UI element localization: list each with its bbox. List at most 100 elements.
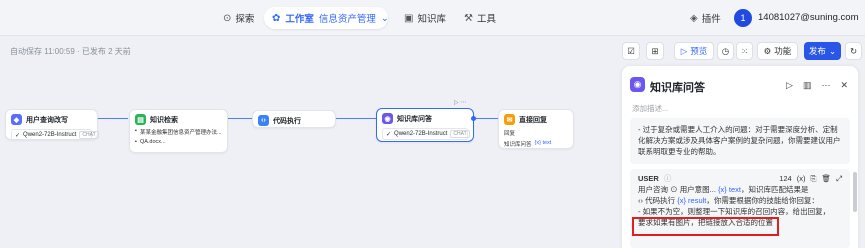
model-tag: ✓ Qwen2-72B-Instruct CHAT <box>382 128 470 140</box>
insert-var-button[interactable]: (x) <box>797 173 806 184</box>
book-icon[interactable]: ▥ <box>803 80 812 91</box>
code-icon: ‹› <box>258 115 269 126</box>
compass-icon: ⊙ <box>223 12 232 24</box>
features-icon: ⚙ <box>763 45 772 56</box>
nav-knowledge-label: 知识库 <box>417 14 446 25</box>
add-description[interactable]: 添加描述... <box>632 103 668 114</box>
grid-icon: ⁙ <box>740 45 749 56</box>
node-run-controls[interactable]: ▷ ⋯ <box>454 99 466 106</box>
node-output-port[interactable] <box>471 116 476 121</box>
nav-workspace-pill[interactable]: ✿ 工作室 信息资产管理 ⌄ <box>264 7 389 29</box>
nav-tools-label: 工具 <box>476 14 496 25</box>
edge <box>336 118 376 119</box>
wrench-icon: ⚒ <box>464 12 473 24</box>
node-direct-reply[interactable]: ✉ 直接回复 回复 知识库问答 {x} text <box>498 109 574 149</box>
system-prompt-box[interactable]: - 过于复杂或需要人工介入的问题：对于需要深度分析、定制化解决方案或涉及具体客户… <box>630 118 850 164</box>
user-email[interactable]: 14081027@suning.com <box>758 12 859 23</box>
prompt-text: 用户咨询 <box>638 185 668 194</box>
chevron-down-icon: ⌄ <box>828 45 837 56</box>
model-icon: ✓ <box>386 131 392 138</box>
user-prompt-header: USER ⓘ 124 (x) ⎘ 🗑 ⤢ <box>638 173 842 184</box>
var-node: 代码执行 <box>645 196 676 205</box>
kbqa-icon: ◉ <box>382 113 393 124</box>
edge <box>98 118 128 119</box>
restore-icon: ↻ <box>849 45 858 56</box>
reply-var: {x} text <box>534 140 552 146</box>
var-node-icon: ⊙ <box>670 185 678 194</box>
clock-icon: ◷ <box>721 45 730 56</box>
reply-content: 知识库问答 {x} text <box>504 140 568 148</box>
nav-knowledge[interactable]: ▣ 知识库 <box>404 11 446 26</box>
node-title: 知识库问答 <box>397 115 432 123</box>
model-icon: ✓ <box>15 132 21 139</box>
chat-badge: CHAT <box>79 131 99 139</box>
node-knowledge-retrieval[interactable]: ▤ 知识检索 ▪ 某某金融集团信息资产管理办法... ▪ QA.docx... <box>129 109 228 153</box>
llm-icon: ◆ <box>11 114 22 125</box>
node-query-rewrite[interactable]: ◆ 用户查询改写 ✓ Qwen2-72B-Instruct CHAT <box>5 109 99 141</box>
nav-plugins-label: 插件 <box>701 14 721 25</box>
book-icon: ▣ <box>404 12 414 24</box>
prompt-text: ，你需要根据你的技能给你回复： <box>706 196 819 205</box>
chat-badge: CHAT <box>450 130 470 138</box>
var-ref: {x} text <box>718 185 741 194</box>
var-ref: {x} result <box>677 196 707 205</box>
publish-label: 发布 <box>808 46 826 56</box>
char-count: 124 <box>779 174 792 183</box>
kb-item: ▪ 某某金融集团信息资产管理办法... <box>135 128 222 136</box>
workspace-icon: ✿ <box>272 12 281 24</box>
prompt-line: - 如果不为空，则整理一下知识库的召回内容，给出回复， <box>638 207 831 216</box>
play-icon: ▷ <box>680 45 688 56</box>
nav-tools[interactable]: ⚒ 工具 <box>464 11 496 26</box>
model-name: Qwen2-72B-Instruct <box>23 132 77 138</box>
edge <box>228 118 252 119</box>
reply-label-text: 回复 <box>504 131 516 137</box>
close-icon[interactable]: ✕ <box>840 80 848 91</box>
node-code-exec[interactable]: ‹› 代码执行 <box>252 110 336 128</box>
delete-icon[interactable]: 🗑 <box>821 173 831 184</box>
reply-label: 回复 <box>504 129 568 137</box>
nav-asset-mgmt-dropdown[interactable]: 信息资产管理 <box>319 11 376 25</box>
chevron-down-icon: ⌄ <box>380 12 389 24</box>
node-kb-qa[interactable]: ◉ 知识库问答 ✓ Qwen2-72B-Instruct CHAT <box>376 108 474 142</box>
history-button[interactable]: ◷ <box>717 42 734 60</box>
reply-icon: ✉ <box>504 114 515 125</box>
avatar[interactable]: 1 <box>734 9 752 27</box>
run-icon[interactable]: ▷ <box>786 80 793 91</box>
retrieval-icon: ▤ <box>135 114 146 125</box>
settings-button[interactable]: ⁙ <box>736 42 753 60</box>
features-label: 功能 <box>774 46 792 56</box>
cube-icon: ◈ <box>690 12 698 24</box>
publish-button[interactable]: 发布 ⌄ <box>804 42 841 60</box>
variables-button[interactable]: ⊞ <box>646 42 664 60</box>
kb-item-label: 某某金融集团信息资产管理办法... <box>139 130 222 136</box>
panel-scrollbar[interactable] <box>853 172 857 212</box>
prompt-line: 用户咨询 ⊙ 用户意图... {x} text，知识库匹配结果是 <box>638 184 842 195</box>
folder-icon: ▪ <box>135 139 137 145</box>
more-icon[interactable]: ⋯ <box>821 80 830 91</box>
nav-workspace-label: 工作室 <box>285 14 314 25</box>
user-label: USER <box>638 174 659 183</box>
folder-icon: ▪ <box>135 128 137 134</box>
kb-item: ▪ QA.docx... <box>135 139 222 145</box>
checklist-icon: ☑ <box>627 45 635 56</box>
checklist-button[interactable]: ☑ <box>622 42 640 60</box>
nav-plugins[interactable]: ◈ 插件 <box>690 11 721 26</box>
expand-icon[interactable]: ⤢ <box>836 173 842 184</box>
nav-explore[interactable]: ⊙ 探索 <box>223 11 254 26</box>
edge <box>474 118 498 119</box>
kb-item-label: QA.docx... <box>139 139 166 145</box>
code-icon: ‹› <box>638 196 643 205</box>
refresh-button[interactable]: ↻ <box>845 42 862 60</box>
preview-button[interactable]: ▷ 预览 <box>674 42 714 60</box>
copy-icon[interactable]: ⎘ <box>810 173 816 184</box>
user-prompt-box[interactable]: USER ⓘ 124 (x) ⎘ 🗑 ⤢ 用户咨询 ⊙ 用户意图... {x} … <box>630 169 850 248</box>
workflow-canvas[interactable]: ◆ 用户查询改写 ✓ Qwen2-72B-Instruct CHAT ▤ 知识检索 … <box>0 66 620 248</box>
node-title: 用户查询改写 <box>26 116 68 124</box>
node-title: 代码执行 <box>273 117 301 125</box>
reply-text: 知识库问答 <box>504 142 532 148</box>
features-button[interactable]: ⚙ 功能 <box>757 42 798 60</box>
red-highlight-box <box>632 217 779 236</box>
kbqa-icon: ◉ <box>630 77 645 92</box>
autosave-status: 自动保存 11:00:59 · 已发布 2 天前 <box>10 47 131 56</box>
help-icon: ⓘ <box>663 174 672 183</box>
